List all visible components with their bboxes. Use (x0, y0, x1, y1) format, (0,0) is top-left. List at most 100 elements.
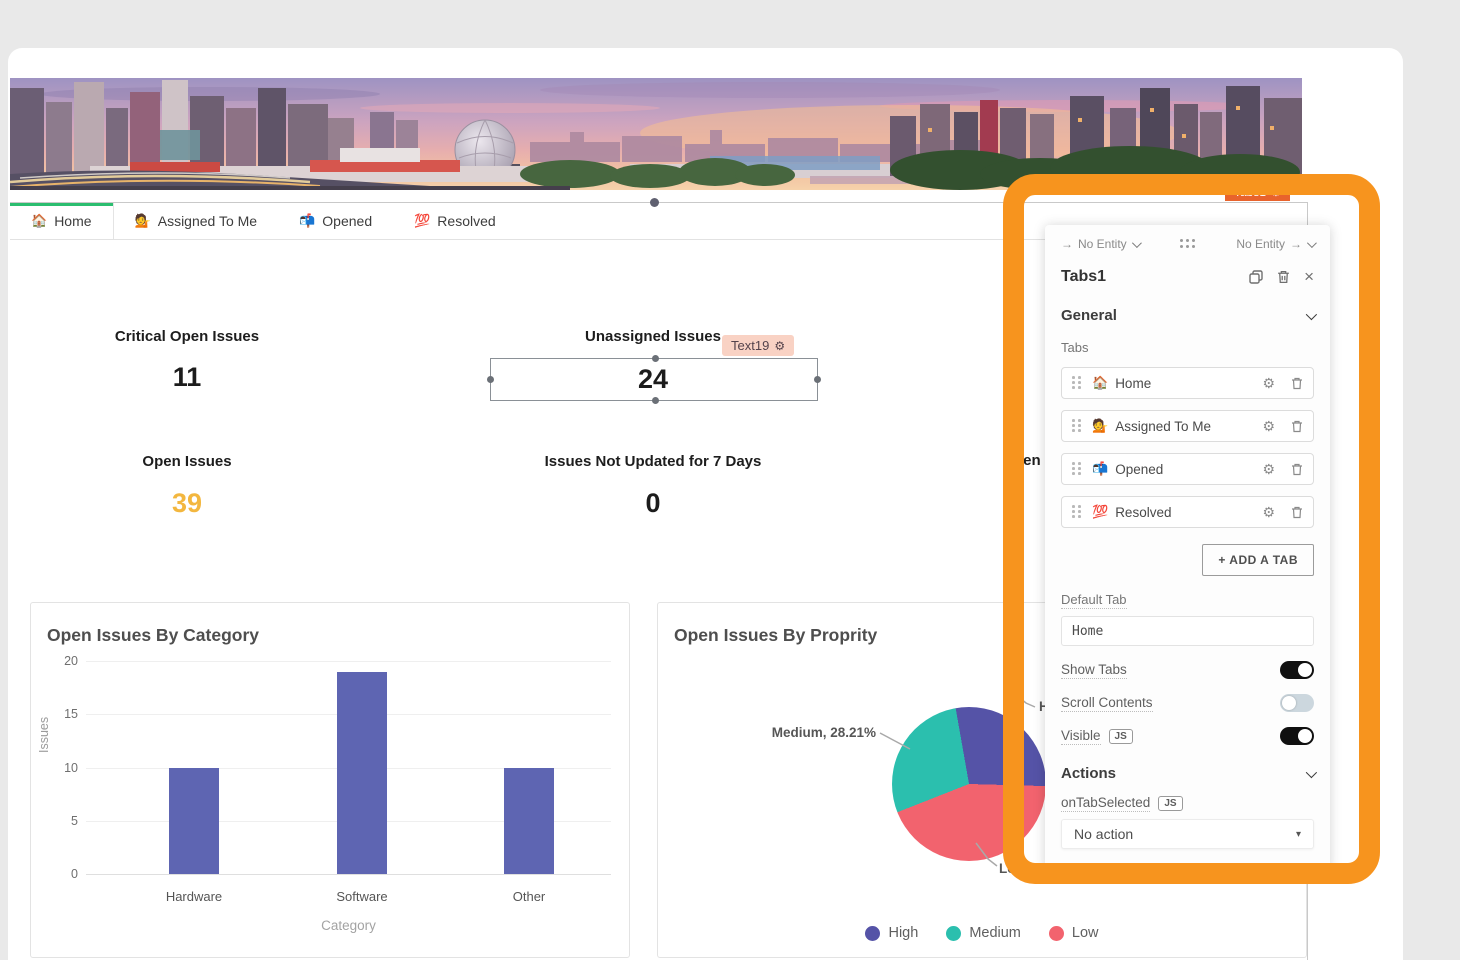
visible-js-toggle-chip[interactable]: JS (1109, 729, 1133, 744)
properties-panel: → No Entity No Entity → Tabs1 × General … (1045, 225, 1330, 870)
legend-dot-high (865, 926, 880, 941)
action-select-value: No action (1074, 826, 1133, 842)
bar-chart-title: Open Issues By Category (47, 625, 259, 646)
tabs-widget-resize-handle[interactable] (650, 198, 659, 207)
chevron-down-icon (1307, 238, 1317, 248)
mailbox-emoji-icon: 📬 (1092, 461, 1108, 477)
panel-tab-assigned-label: Assigned To Me (1115, 419, 1262, 434)
drag-handle-icon[interactable] (1072, 505, 1082, 519)
visible-toggle[interactable] (1280, 727, 1314, 745)
outgoing-entity-label: No Entity (1236, 237, 1285, 251)
drag-handle-icon[interactable] (1072, 462, 1082, 476)
panel-tab-home-label: Home (1115, 376, 1262, 391)
bar-chart-x-axis-title: Category (86, 918, 611, 933)
tab-home-label: Home (54, 213, 91, 229)
tabs-list-label: Tabs (1061, 340, 1088, 356)
y-tick-10: 10 (50, 761, 78, 775)
stat-unassigned-issues-value: 24 (638, 364, 668, 395)
panel-tab-row-home[interactable]: 🏠 Home ⚙ (1061, 367, 1314, 399)
section-actions[interactable]: Actions (1061, 765, 1314, 782)
text-widget-name-badge[interactable]: Text19 ⚙ (722, 335, 794, 356)
tab-opened[interactable]: 📬 Opened (278, 203, 393, 239)
selection-handle-left[interactable] (487, 376, 494, 383)
tab-delete-icon[interactable] (1291, 506, 1303, 519)
tab-opened-label: Opened (322, 213, 372, 229)
add-a-tab-button[interactable]: + ADD A TAB (1202, 544, 1314, 576)
pie-callout-medium: Medium, 28.21% (718, 725, 876, 740)
tab-resolved[interactable]: 💯 Resolved (393, 203, 517, 239)
scroll-contents-toggle[interactable] (1280, 694, 1314, 712)
selection-handle-top[interactable] (652, 355, 659, 362)
panel-tab-row-opened[interactable]: 📬 Opened ⚙ (1061, 453, 1314, 485)
ontabselected-js-toggle-chip[interactable]: JS (1158, 796, 1182, 811)
ontabselected-label: onTabSelected (1061, 795, 1150, 812)
legend-dot-low (1049, 926, 1064, 941)
tab-delete-icon[interactable] (1291, 463, 1303, 476)
default-tab-input[interactable]: Home (1061, 616, 1314, 646)
x-label-other: Other (474, 889, 584, 904)
chevron-down-icon (1132, 238, 1142, 248)
tabs-widget-name-badge[interactable]: Tabs1 ⚙ (1225, 183, 1290, 201)
tab-settings-gear-icon[interactable]: ⚙ (1262, 418, 1275, 435)
text-widget-badge-label: Text19 (731, 338, 769, 353)
legend-label-high: High (888, 925, 918, 941)
tab-home[interactable]: 🏠 Home (10, 203, 114, 239)
incoming-entity-selector[interactable]: → No Entity (1061, 237, 1139, 251)
selection-handle-bottom[interactable] (652, 397, 659, 404)
tab-resolved-label: Resolved (437, 213, 495, 229)
pie-legend: High Medium Low (658, 925, 1306, 941)
drag-handle-icon[interactable] (1072, 376, 1082, 390)
clipped-stat-label: pen I (1014, 452, 1049, 469)
drag-handle-icon[interactable] (1072, 419, 1082, 433)
mailbox-emoji-icon: 📬 (299, 213, 315, 229)
stat-not-updated-value: 0 (645, 488, 660, 519)
close-panel-button[interactable]: × (1304, 267, 1314, 287)
pie-chart (892, 707, 1046, 861)
widget-name-title[interactable]: Tabs1 (1061, 268, 1235, 286)
section-general[interactable]: General (1061, 307, 1314, 324)
entity-grid-icon[interactable] (1180, 239, 1196, 249)
stat-unassigned-issues-label: Unassigned Issues (585, 328, 721, 345)
bar-chart-plot: 20 15 10 5 0 Hardware Software Other (86, 661, 611, 874)
bar-hardware (169, 768, 219, 875)
visible-label: Visible (1061, 728, 1101, 745)
chevron-down-icon (1306, 308, 1317, 319)
delete-widget-button[interactable] (1277, 270, 1290, 284)
arrow-right-icon: → (1061, 237, 1073, 251)
tab-settings-gear-icon[interactable]: ⚙ (1262, 504, 1275, 521)
tabs-widget-badge-gear-icon[interactable]: ⚙ (1271, 186, 1281, 199)
default-tab-label: Default Tab (1061, 592, 1127, 609)
dropdown-caret-icon: ▾ (1296, 829, 1301, 840)
y-tick-0: 0 (50, 867, 78, 881)
action-select-dropdown[interactable]: No action ▾ (1061, 819, 1314, 849)
hundred-emoji-icon: 💯 (414, 213, 430, 229)
selection-handle-right[interactable] (814, 376, 821, 383)
panel-tab-opened-label: Opened (1115, 462, 1262, 477)
bar-software (337, 672, 387, 874)
tab-delete-icon[interactable] (1291, 377, 1303, 390)
panel-tab-resolved-label: Resolved (1115, 505, 1262, 520)
bar-other (504, 768, 554, 875)
chevron-down-icon (1306, 766, 1317, 777)
tab-assigned-to-me[interactable]: 💁 Assigned To Me (114, 203, 279, 239)
person-emoji-icon: 💁 (135, 213, 151, 229)
tab-settings-gear-icon[interactable]: ⚙ (1262, 375, 1275, 392)
stat-critical-open-issues-value: 11 (173, 362, 202, 393)
panel-tab-row-assigned[interactable]: 💁 Assigned To Me ⚙ (1061, 410, 1314, 442)
city-skyline-illustration (10, 78, 1302, 190)
legend-label-low: Low (1072, 925, 1099, 941)
outgoing-entity-selector[interactable]: No Entity → (1236, 237, 1314, 251)
panel-tab-row-resolved[interactable]: 💯 Resolved ⚙ (1061, 496, 1314, 528)
legend-dot-medium (946, 926, 961, 941)
entity-navigation-bar: → No Entity No Entity → (1061, 235, 1314, 253)
text-widget-badge-gear-icon[interactable]: ⚙ (774, 339, 785, 353)
stat-open-issues-label: Open Issues (142, 453, 231, 470)
y-tick-15: 15 (50, 707, 78, 721)
tab-delete-icon[interactable] (1291, 420, 1303, 433)
tabs-widget-badge-label: Tabs1 (1234, 185, 1266, 199)
show-tabs-toggle[interactable] (1280, 661, 1314, 679)
home-emoji-icon: 🏠 (1092, 375, 1108, 391)
section-actions-label: Actions (1061, 765, 1116, 782)
copy-widget-button[interactable] (1249, 270, 1263, 284)
tab-settings-gear-icon[interactable]: ⚙ (1262, 461, 1275, 478)
